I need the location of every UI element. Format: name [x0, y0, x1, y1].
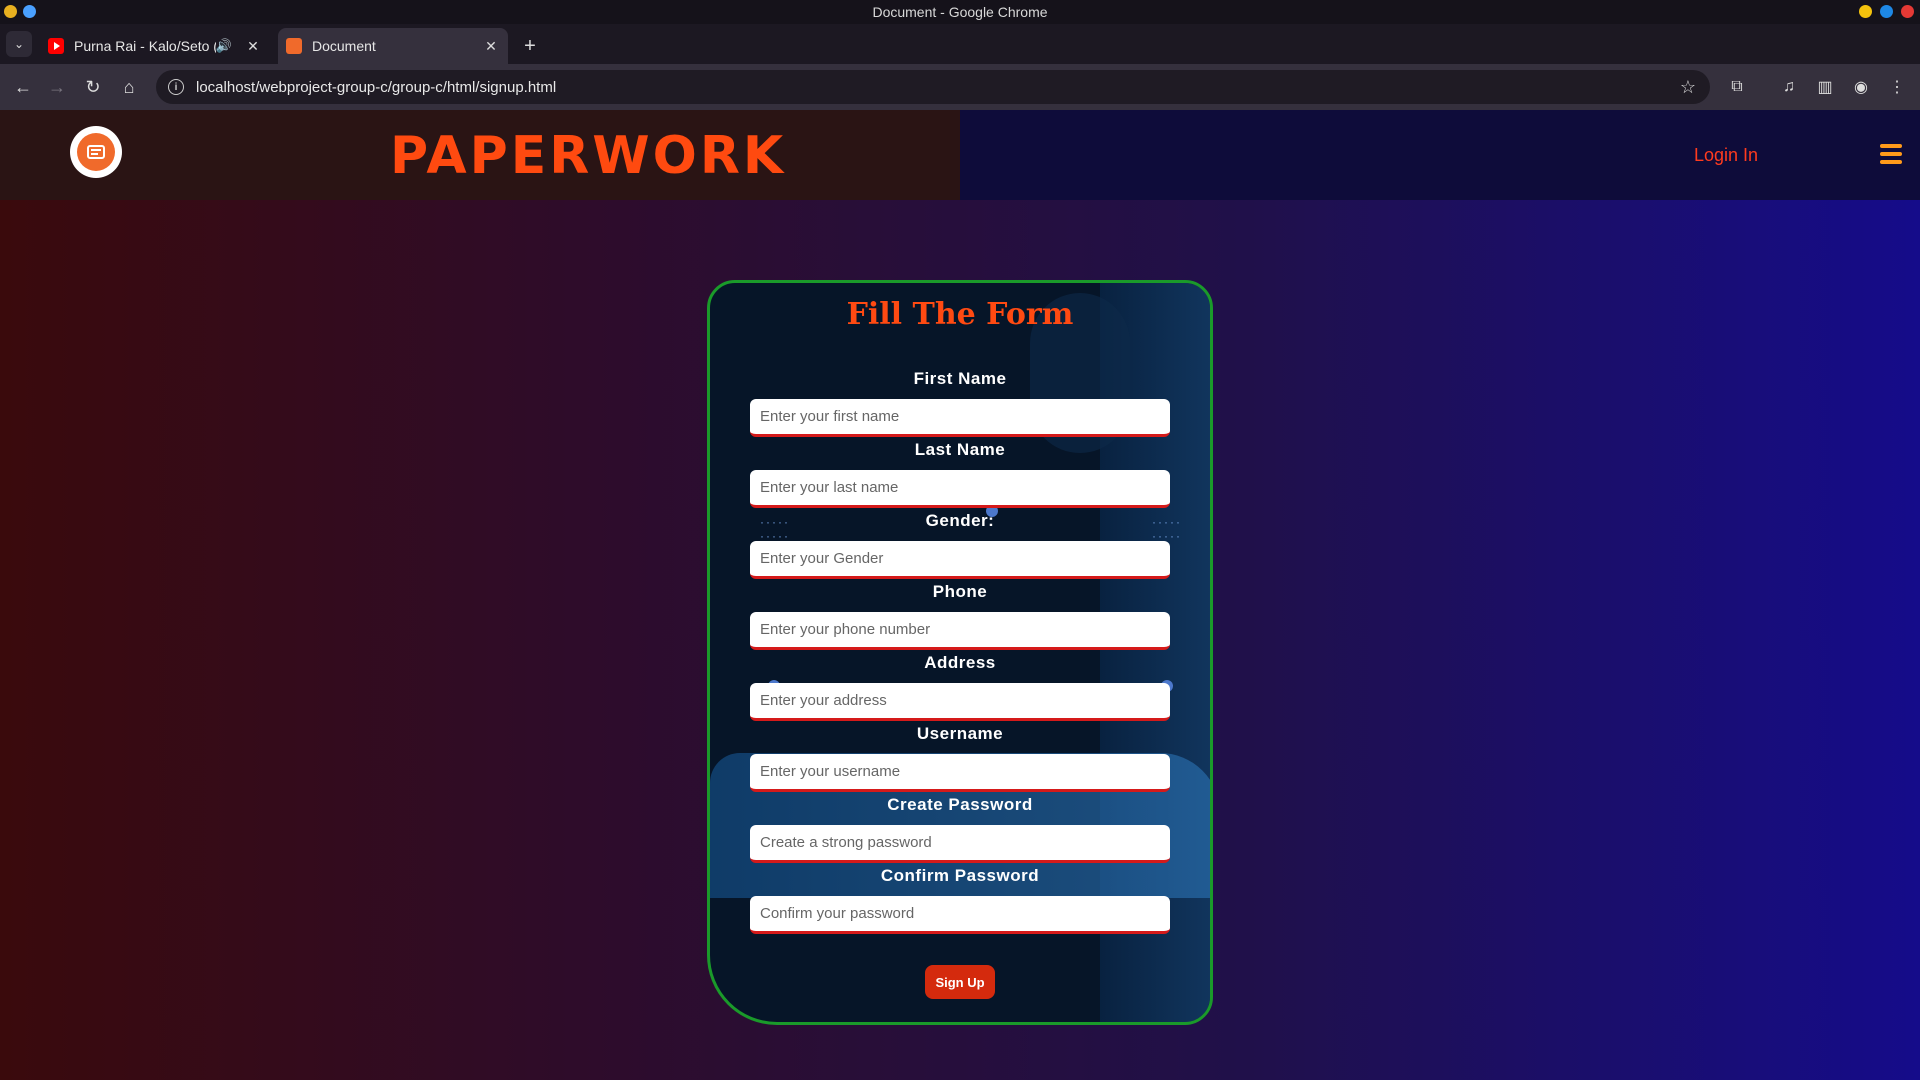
- close-window-button[interactable]: [1901, 5, 1914, 18]
- chevron-down-icon: ⌄: [13, 37, 25, 51]
- site-logo[interactable]: [70, 126, 122, 178]
- first-name-input[interactable]: [750, 399, 1170, 437]
- username-label: Username: [916, 724, 1004, 743]
- phone-input[interactable]: [750, 612, 1170, 650]
- header-right: Login In: [960, 110, 1920, 200]
- last-name-label: Last Name: [914, 440, 1006, 459]
- gender-label: Gender:: [925, 511, 995, 530]
- profile-avatar-icon[interactable]: ◉: [1848, 74, 1874, 100]
- address-input[interactable]: [750, 683, 1170, 721]
- page-content: PAPERWORK Login In ····· ····· ····· ·····…: [0, 110, 1920, 1080]
- home-icon: ⌂: [123, 76, 135, 97]
- xampp-favicon-icon: [286, 38, 302, 54]
- youtube-favicon-icon: [48, 38, 64, 54]
- brand-name: PAPERWORK: [390, 126, 787, 186]
- minimize-button[interactable]: [1859, 5, 1872, 18]
- reload-icon: ↻: [85, 76, 101, 97]
- first-name-label: First Name: [913, 369, 1007, 388]
- url-text: localhost/webproject-group-c/group-c/htm…: [196, 78, 557, 96]
- signup-form-card: ····· ····· ····· ····· Fill The Form Firs…: [707, 280, 1213, 1025]
- tab-search-button[interactable]: ⌄: [6, 31, 32, 57]
- tab-strip: ⌄ Purna Rai - Kalo/Seto (of 🔊 ✕ Document…: [0, 24, 1920, 64]
- extensions-icon[interactable]: ⧉: [1724, 74, 1750, 100]
- side-panel-icon[interactable]: ▥: [1812, 74, 1838, 100]
- close-tab-icon[interactable]: ✕: [480, 38, 502, 55]
- os-titlebar: Document - Google Chrome: [0, 0, 1920, 24]
- form-title: Fill The Form: [846, 297, 1074, 332]
- address-label: Address: [924, 653, 996, 672]
- arrow-left-icon: ←: [14, 76, 32, 97]
- create-password-label: Create Password: [887, 795, 1033, 814]
- gender-input[interactable]: [750, 541, 1170, 579]
- arrow-right-icon: →: [48, 76, 66, 97]
- app-indicator-icon: [23, 5, 36, 18]
- paperwork-logo-icon: [77, 133, 115, 171]
- tab-title: Document: [312, 38, 376, 54]
- forward-button[interactable]: →: [42, 72, 72, 102]
- confirm-password-input[interactable]: [750, 896, 1170, 934]
- reload-button[interactable]: ↻: [78, 72, 108, 102]
- browser-toolbar: ← → ↻ ⌂ i localhost/webproject-group-c/g…: [0, 64, 1920, 110]
- menu-kebab-icon[interactable]: ⋮: [1884, 74, 1910, 100]
- login-link[interactable]: Login In: [1694, 145, 1758, 166]
- sign-up-button[interactable]: Sign Up: [925, 965, 995, 999]
- new-tab-button[interactable]: +: [516, 32, 544, 60]
- last-name-input[interactable]: [750, 470, 1170, 508]
- tab-youtube[interactable]: Purna Rai - Kalo/Seto (of 🔊 ✕: [40, 28, 270, 64]
- speaker-icon[interactable]: 🔊: [216, 38, 232, 54]
- close-tab-icon[interactable]: ✕: [242, 38, 264, 55]
- media-control-icon[interactable]: ♫: [1776, 74, 1802, 100]
- chrome-app-icon: [4, 5, 17, 18]
- username-input[interactable]: [750, 754, 1170, 792]
- back-button[interactable]: ←: [8, 72, 38, 102]
- window-title: Document - Google Chrome: [872, 4, 1048, 20]
- bookmark-star-icon[interactable]: ☆: [1680, 77, 1696, 98]
- confirm-password-label: Confirm Password: [880, 866, 1040, 885]
- create-password-input[interactable]: [750, 825, 1170, 863]
- home-button[interactable]: ⌂: [114, 72, 144, 102]
- os-app-icons: [4, 5, 36, 18]
- header-left: PAPERWORK: [0, 110, 960, 200]
- phone-label: Phone: [932, 582, 988, 601]
- tab-document[interactable]: Document ✕: [278, 28, 508, 64]
- address-bar[interactable]: i localhost/webproject-group-c/group-c/h…: [156, 70, 1710, 104]
- window-controls: [1859, 5, 1914, 18]
- tab-title: Purna Rai - Kalo/Seto (of: [74, 38, 216, 54]
- site-info-icon[interactable]: i: [168, 79, 184, 95]
- site-header: PAPERWORK Login In: [0, 110, 1920, 200]
- hamburger-menu-icon[interactable]: [1880, 144, 1902, 164]
- maximize-button[interactable]: [1880, 5, 1893, 18]
